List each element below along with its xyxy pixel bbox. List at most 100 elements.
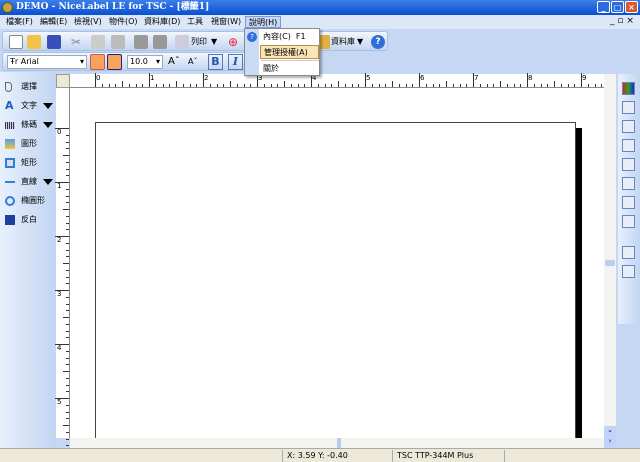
picture-icon: [5, 139, 15, 149]
tool-inverse[interactable]: 反白: [3, 213, 53, 227]
paste-icon[interactable]: [111, 35, 125, 49]
print-button[interactable]: 列印: [191, 36, 207, 47]
menu-tools[interactable]: 工具: [184, 16, 206, 28]
minimize-button[interactable]: _: [597, 1, 610, 13]
ruler-h-label: 9: [582, 74, 587, 82]
shrink-font-icon[interactable]: Aˇ: [188, 57, 197, 66]
tool-label: 選擇: [21, 82, 37, 91]
vertical-scroll-thumb[interactable]: [605, 260, 615, 266]
dropdown-arrow-icon[interactable]: [43, 122, 53, 128]
title-bar: DEMO - NiceLabel LE for TSC - [標籤1] _ □ …: [0, 0, 640, 15]
line-icon: [5, 181, 15, 183]
tool-label: 條碼: [21, 120, 37, 129]
menu-edit[interactable]: 編輯(E): [37, 16, 70, 28]
font-size-select[interactable]: 10.0 ▾: [127, 55, 163, 69]
tool-ellipse[interactable]: 橢圓形: [3, 194, 53, 208]
menu-window[interactable]: 視窗(W): [208, 16, 244, 28]
tool-text[interactable]: A 文字: [3, 99, 53, 113]
tool-rectangle[interactable]: 矩形: [3, 156, 53, 170]
cut-icon[interactable]: ✂: [71, 35, 85, 49]
open-icon[interactable]: [27, 35, 41, 49]
ruler-h-label: 0: [96, 74, 101, 82]
rotate-right-icon[interactable]: [107, 54, 122, 70]
save-icon[interactable]: [47, 35, 61, 49]
contents-shortcut: F1: [295, 32, 306, 41]
color-icon[interactable]: [622, 82, 635, 95]
standard-toolbar: ✂ 列印 ▼ ⊕ 資料庫 ▼ ?: [2, 31, 388, 51]
grow-font-icon[interactable]: Aˆ: [168, 56, 180, 67]
scroll-right-button[interactable]: ›: [604, 437, 616, 448]
ruler-h-label: 1: [150, 74, 155, 82]
menu-item-license[interactable]: 管理授權(A): [260, 45, 319, 59]
ruler-h-label: 5: [366, 74, 371, 82]
tool-barcode[interactable]: 條碼: [3, 118, 53, 132]
cursor-coordinates: X: 3.59 Y: -0.40: [282, 450, 392, 462]
new-icon[interactable]: [9, 35, 23, 49]
ruler-h-label: 7: [474, 74, 479, 82]
tool-line[interactable]: 直線: [3, 175, 53, 189]
vertical-scrollbar[interactable]: ⌄: [604, 74, 616, 448]
menu-item-about[interactable]: 關於: [260, 62, 319, 76]
zoom-in-icon[interactable]: ⊕: [228, 35, 242, 49]
database-button[interactable]: 資料庫: [331, 36, 355, 47]
align-left-icon[interactable]: [622, 101, 635, 114]
tool-label: 橢圓形: [21, 196, 45, 205]
horizontal-scrollbar[interactable]: ›: [70, 437, 616, 448]
close-button[interactable]: ×: [625, 1, 638, 13]
help-contents-icon: ?: [247, 32, 257, 42]
font-value: Arial: [20, 57, 39, 66]
menu-view[interactable]: 檢視(V): [71, 16, 105, 28]
label-area[interactable]: [95, 122, 576, 442]
tool-select[interactable]: 選擇: [3, 80, 53, 94]
maximize-button[interactable]: □: [611, 1, 624, 13]
menu-item-contents[interactable]: 內容(C) F1: [260, 30, 319, 44]
align-center-icon[interactable]: [622, 120, 635, 133]
database-dropdown-icon[interactable]: ▼: [357, 37, 363, 46]
menu-object[interactable]: 物件(O): [106, 16, 141, 28]
rotate-left-icon[interactable]: [90, 54, 105, 70]
ruler-h-label: 8: [528, 74, 533, 82]
rotate-icon[interactable]: [622, 246, 635, 259]
bold-button[interactable]: B: [208, 54, 223, 70]
tool-label: 反白: [21, 215, 37, 224]
label-shadow: [576, 128, 582, 438]
horizontal-scroll-thumb[interactable]: [337, 438, 341, 448]
print-dropdown-icon[interactable]: ▼: [211, 37, 217, 46]
export-icon[interactable]: [622, 265, 635, 278]
help-icon[interactable]: ?: [371, 35, 385, 49]
pointer-icon: [5, 82, 12, 92]
printer-name: TSC TTP-344M Plus: [392, 450, 504, 462]
menu-bar: 檔案(F) 編輯(E) 檢視(V) 物件(O) 資料庫(D) 工具 視窗(W) …: [0, 15, 640, 29]
tools-sidebar: 選擇 A 文字 條碼 圖形 矩形 直線 橢圓形 反白: [0, 72, 55, 448]
dropdown-arrow-icon[interactable]: [43, 103, 53, 109]
ruler-v-label: 4: [57, 344, 62, 352]
tool-label: 直線: [21, 177, 37, 186]
align-right-icon[interactable]: [622, 139, 635, 152]
inverse-icon: [5, 215, 15, 225]
menu-help[interactable]: 說明(H): [245, 16, 282, 28]
align-middle-icon[interactable]: [622, 177, 635, 190]
align-top-icon[interactable]: [622, 158, 635, 171]
tool-label: 矩形: [21, 158, 37, 167]
italic-button[interactable]: I: [228, 54, 243, 70]
font-size-value: 10.0: [130, 57, 148, 66]
copy-icon[interactable]: [91, 35, 105, 49]
tool-picture[interactable]: 圖形: [3, 137, 53, 151]
align-bottom-icon[interactable]: [622, 196, 635, 209]
menu-database[interactable]: 資料庫(D): [141, 16, 183, 28]
redo-icon[interactable]: [153, 35, 167, 49]
dropdown-arrow-icon[interactable]: [43, 179, 53, 185]
contents-label: 內容(C): [263, 32, 291, 41]
menu-file[interactable]: 檔案(F): [3, 16, 36, 28]
help-dropdown-menu: ? 內容(C) F1 管理授權(A) 關於: [244, 28, 320, 76]
status-panel: [504, 450, 616, 462]
scroll-down-button[interactable]: ⌄: [604, 426, 616, 437]
mdi-controls[interactable]: _ ▫ ×: [610, 16, 634, 26]
printer-icon[interactable]: [175, 35, 189, 49]
app-logo-icon: [2, 2, 13, 13]
undo-icon[interactable]: [134, 35, 148, 49]
window-title: DEMO - NiceLabel LE for TSC - [標籤1]: [16, 2, 210, 12]
font-select[interactable]: Ŧr Arial ▾: [7, 55, 87, 69]
distribute-icon[interactable]: [622, 215, 635, 228]
status-bar: X: 3.59 Y: -0.40 TSC TTP-344M Plus: [0, 448, 640, 462]
